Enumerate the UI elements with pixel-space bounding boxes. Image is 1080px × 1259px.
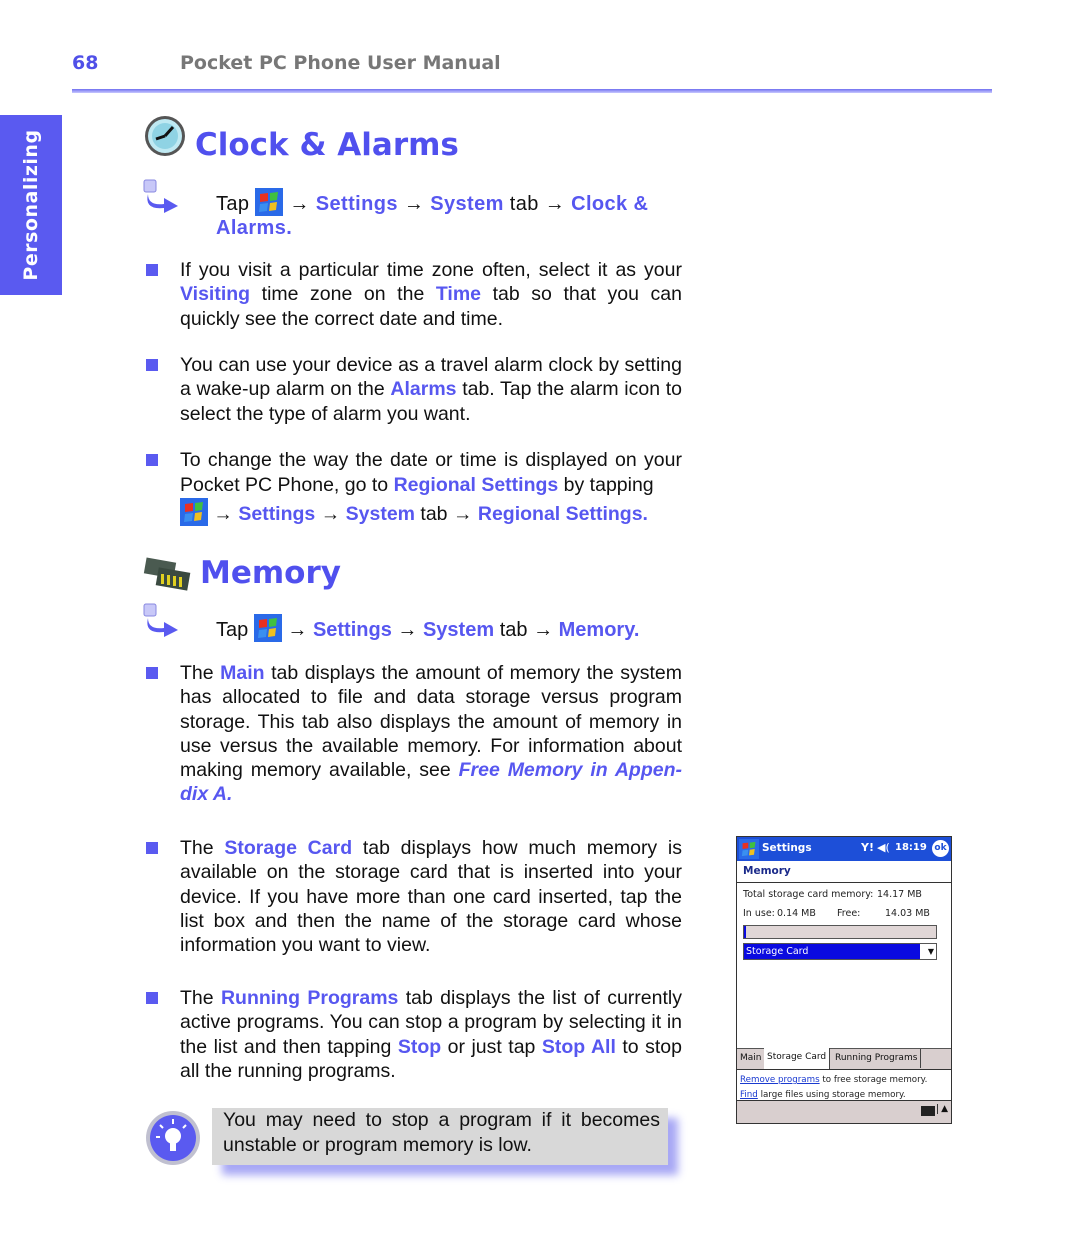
keyboard-icon[interactable] xyxy=(921,1106,935,1116)
start-menu-icon[interactable] xyxy=(255,188,284,216)
find-link[interactable]: Find xyxy=(740,1090,758,1100)
ok-button[interactable]: ok xyxy=(932,840,949,857)
memory-usage-bar xyxy=(743,925,937,939)
device-divider xyxy=(737,882,951,883)
clock-bullet-visiting: If you visit a particular time zone ofte… xyxy=(180,259,682,330)
start-menu-icon[interactable] xyxy=(180,498,208,526)
device-links: Remove programs to free storage memory. … xyxy=(740,1075,928,1100)
clock-bullet-regional: To change the way the date or time is di… xyxy=(180,449,682,526)
bullet-marker xyxy=(146,842,158,854)
device-screenshot: Settings Y! ◀( 18:19 ok Memory Total sto… xyxy=(736,836,952,1124)
clock-step: Tap → Settings → System tab → Clock & Al… xyxy=(216,188,686,240)
section-title-clock: Clock & Alarms xyxy=(195,127,459,163)
input-menu-arrow-icon[interactable]: ▲ xyxy=(937,1104,948,1114)
device-footer: ▲ xyxy=(737,1100,951,1123)
device-titlebar: Settings Y! ◀( 18:19 ok xyxy=(737,837,951,861)
chapter-side-tab: Personalizing xyxy=(0,115,62,295)
total-value: 14.17 MB xyxy=(877,889,922,900)
clock-bullet-alarms: You can use your device as a travel alar… xyxy=(180,354,682,425)
chapter-label: Personalizing xyxy=(20,129,42,281)
bullet-marker xyxy=(146,454,158,466)
memory-step: Tap → Settings → System tab → Memory. xyxy=(216,614,686,642)
speaker-icon[interactable]: ◀( xyxy=(877,841,890,854)
remove-programs-link[interactable]: Remove programs xyxy=(740,1075,820,1085)
settings-link: Settings xyxy=(315,193,398,215)
clock-icon xyxy=(145,116,185,156)
chevron-down-icon[interactable]: ▼ xyxy=(928,947,934,956)
memory-chip-icon xyxy=(143,557,191,591)
bullet-marker xyxy=(146,667,158,679)
device-tabs: Main Storage Card Running Programs xyxy=(737,1048,951,1070)
bullet-marker xyxy=(146,992,158,1004)
tab-storage-card[interactable]: Storage Card xyxy=(764,1048,831,1069)
device-app-title: Settings xyxy=(762,842,812,854)
start-menu-icon[interactable] xyxy=(253,614,282,642)
total-label: Total storage card memory: xyxy=(743,889,874,900)
free-label: Free: xyxy=(837,908,861,919)
bullet-marker xyxy=(146,359,158,371)
free-value: 14.03 MB xyxy=(885,908,930,919)
in-use-label: In use: xyxy=(743,908,775,919)
header-divider xyxy=(72,89,992,93)
start-menu-icon[interactable] xyxy=(739,839,759,859)
tip-box: You may need to stop a program if it bec… xyxy=(212,1108,668,1165)
storage-card-select[interactable]: Storage Card ▼ xyxy=(743,943,937,960)
tab-main[interactable]: Main xyxy=(737,1049,766,1068)
page-number: 68 xyxy=(72,52,99,74)
memory-bullet-main: The Main tab displays the amount of memo… xyxy=(180,662,682,806)
tab-running-programs[interactable]: Running Programs xyxy=(832,1049,922,1068)
step-arrow-icon xyxy=(143,603,178,637)
manual-title: Pocket PC Phone User Manual xyxy=(180,52,501,74)
device-heading: Memory xyxy=(743,865,791,877)
device-clock[interactable]: 18:19 xyxy=(895,842,927,853)
section-title-memory: Memory xyxy=(200,555,341,591)
memory-bullet-running: The Running Programs tab displays the li… xyxy=(180,987,682,1082)
step-arrow-icon xyxy=(143,179,178,213)
tip-text: You may need to stop a program if it bec… xyxy=(223,1109,660,1156)
memory-bullet-storage: The Storage Card tab displays how much m… xyxy=(180,837,682,957)
bullet-marker xyxy=(146,264,158,276)
selected-card: Storage Card xyxy=(744,944,920,959)
tip-lightbulb-icon xyxy=(146,1111,200,1165)
signal-icon[interactable]: Y! xyxy=(861,841,874,854)
memory-usage-fill xyxy=(744,926,746,938)
in-use-value: 0.14 MB xyxy=(777,908,816,919)
